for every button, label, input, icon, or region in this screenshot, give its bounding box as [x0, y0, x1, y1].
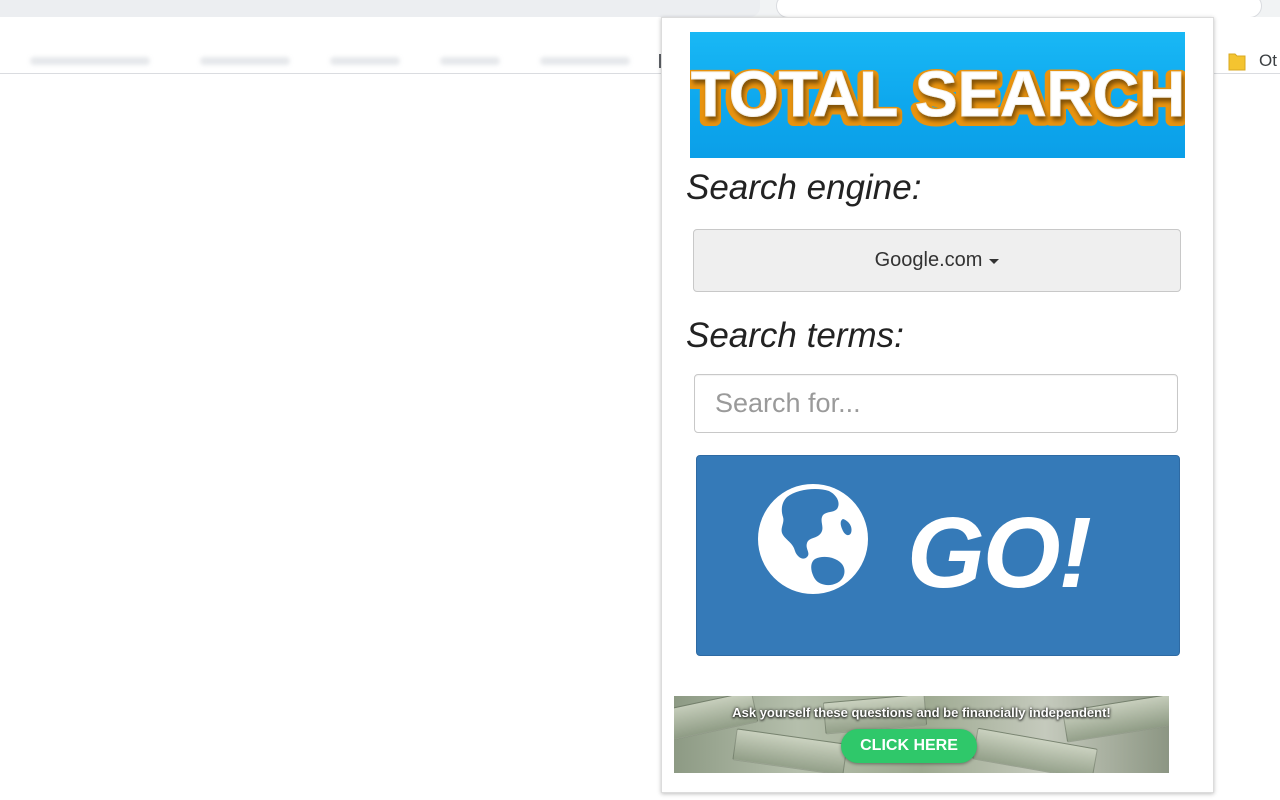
ad-banner[interactable]: Ask yourself these questions and be fina… [674, 696, 1169, 773]
bookmark-item[interactable] [440, 57, 500, 65]
ad-headline: Ask yourself these questions and be fina… [732, 705, 1111, 720]
total-search-logo: TOTAL SEARCH TOTAL SEARCH [690, 56, 1185, 140]
total-search-banner: TOTAL SEARCH TOTAL SEARCH [690, 32, 1185, 158]
bookmark-item[interactable] [200, 57, 290, 65]
logo-text: TOTAL SEARCH [691, 58, 1185, 130]
bookmark-item[interactable] [330, 57, 400, 65]
tab-strip [0, 0, 1280, 18]
search-engine-selected: Google.com [874, 249, 983, 271]
search-terms-label: Search terms: [686, 316, 904, 355]
bookmark-item[interactable] [540, 57, 630, 65]
search-input[interactable] [694, 374, 1178, 433]
other-bookmarks-label[interactable]: Ot [1259, 51, 1277, 71]
bookmark-item[interactable] [30, 57, 150, 65]
caret-down-icon [989, 259, 1000, 264]
search-engine-label: Search engine: [686, 168, 922, 207]
address-bar[interactable] [776, 0, 1262, 18]
folder-icon[interactable] [1228, 51, 1246, 71]
globe-icon [758, 484, 868, 594]
screen: Ot TOTAL SEARCH TOTAL SEARCH Search engi… [0, 0, 1280, 800]
current-tab[interactable] [0, 0, 760, 17]
go-button[interactable]: GO! [696, 455, 1180, 656]
extension-popup: TOTAL SEARCH TOTAL SEARCH Search engine:… [661, 17, 1214, 793]
ad-click-here-button[interactable]: CLICK HERE [841, 729, 977, 763]
go-button-label: GO! [907, 497, 1092, 609]
search-engine-dropdown[interactable]: Google.com [693, 229, 1181, 292]
money-bill-image [732, 728, 848, 773]
